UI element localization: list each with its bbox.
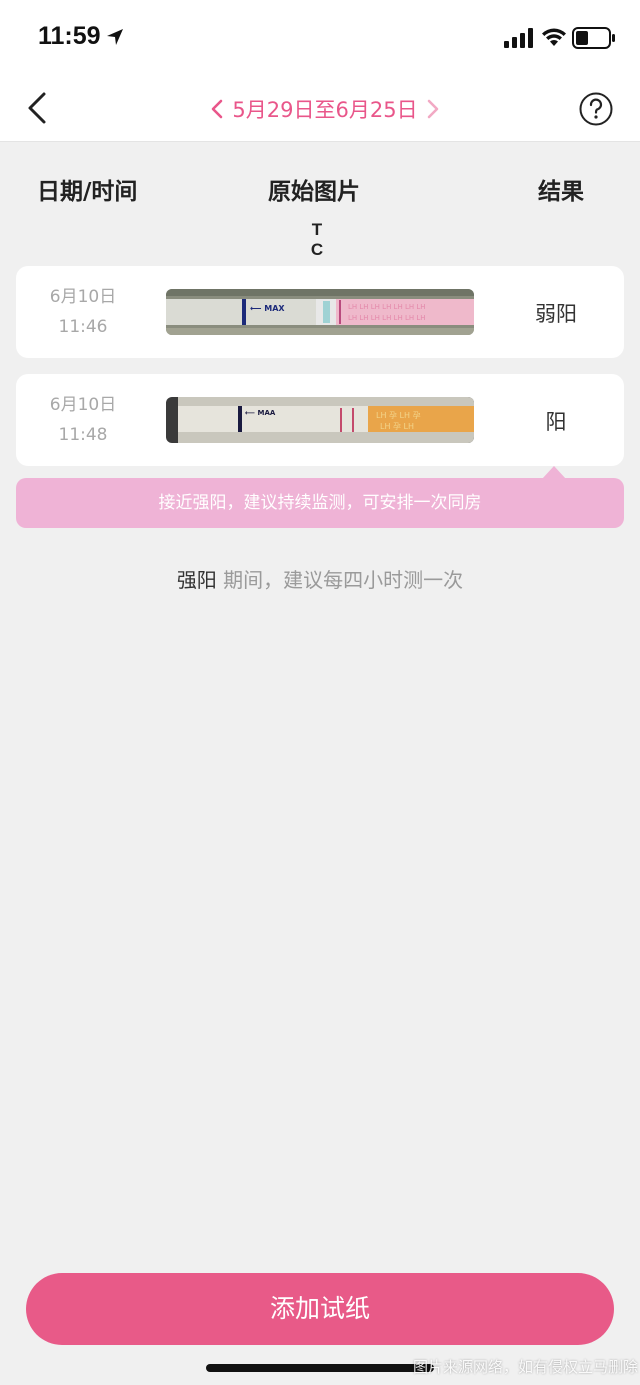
record-date: 6月10日 (49, 287, 117, 307)
date-range-label: 5月29日至6月25日 (232, 98, 418, 122)
test-strip-photo: ⟵ MAX LH LH LH LH LH LH LH LH LH LH LH L… (166, 289, 474, 335)
test-record[interactable]: 6月10日 11:48 ⟵ MAA LH 孕 LH 孕 LH 孕 LH 阳 (16, 374, 624, 466)
navigation-bar: 5月29日至6月25日 (0, 76, 640, 142)
wifi-icon (542, 28, 566, 46)
tc-label: T C (310, 220, 330, 259)
status-bar: 11:59 (0, 0, 640, 76)
test-strip-image[interactable]: ⟵ MAX LH LH LH LH LH LH LH LH LH LH LH L… (166, 289, 474, 335)
header-result: 结果 (538, 179, 584, 205)
svg-text:⟵ MAA: ⟵ MAA (245, 409, 276, 417)
svg-text:LH 孕 LH: LH 孕 LH (380, 422, 414, 431)
svg-text:⟵ MAX: ⟵ MAX (250, 304, 285, 313)
test-strip-photo: ⟵ MAA LH 孕 LH 孕 LH 孕 LH (166, 397, 474, 443)
chevron-right-icon[interactable] (426, 98, 440, 120)
record-time: 11:48 (58, 425, 108, 445)
svg-text:LH LH LH LH LH LH LH: LH LH LH LH LH LH LH (348, 314, 426, 322)
watermark: 图片来源网络，如有侵权立马删除 (412, 1358, 638, 1376)
record-time: 11:46 (58, 317, 108, 337)
record-result: 阳 (545, 410, 567, 434)
help-icon[interactable] (578, 91, 614, 127)
back-chevron-icon[interactable] (20, 90, 56, 126)
location-arrow-icon (107, 29, 123, 45)
battery-icon (572, 27, 615, 49)
svg-text:LH LH LH LH LH LH LH: LH LH LH LH LH LH LH (348, 303, 426, 311)
signal-icon (504, 28, 533, 48)
header-date-time: 日期/时间 (37, 179, 138, 205)
header-original-image: 原始图片 (268, 179, 360, 205)
testing-tip: 强阳 期间，建议每四小时测一次 (0, 564, 640, 593)
advice-banner: 接近强阳，建议持续监测，可安排一次同房 (16, 478, 624, 528)
tip-strong: 强阳 (176, 568, 217, 592)
record-date: 6月10日 (49, 395, 117, 415)
record-result: 弱阳 (535, 302, 577, 326)
svg-text:LH 孕 LH 孕: LH 孕 LH 孕 (376, 411, 421, 420)
add-test-strip-button[interactable]: 添加试纸 (26, 1273, 614, 1345)
test-record[interactable]: 6月10日 11:46 ⟵ MAX LH LH LH LH LH LH LH L… (16, 266, 624, 358)
tip-text: 期间，建议每四小时测一次 (216, 568, 464, 592)
status-time: 11:59 (38, 22, 101, 50)
chevron-left-icon[interactable] (210, 98, 224, 120)
date-range-selector: 5月29日至6月25日 (200, 92, 450, 126)
test-strip-image[interactable]: ⟵ MAA LH 孕 LH 孕 LH 孕 LH (166, 397, 474, 443)
